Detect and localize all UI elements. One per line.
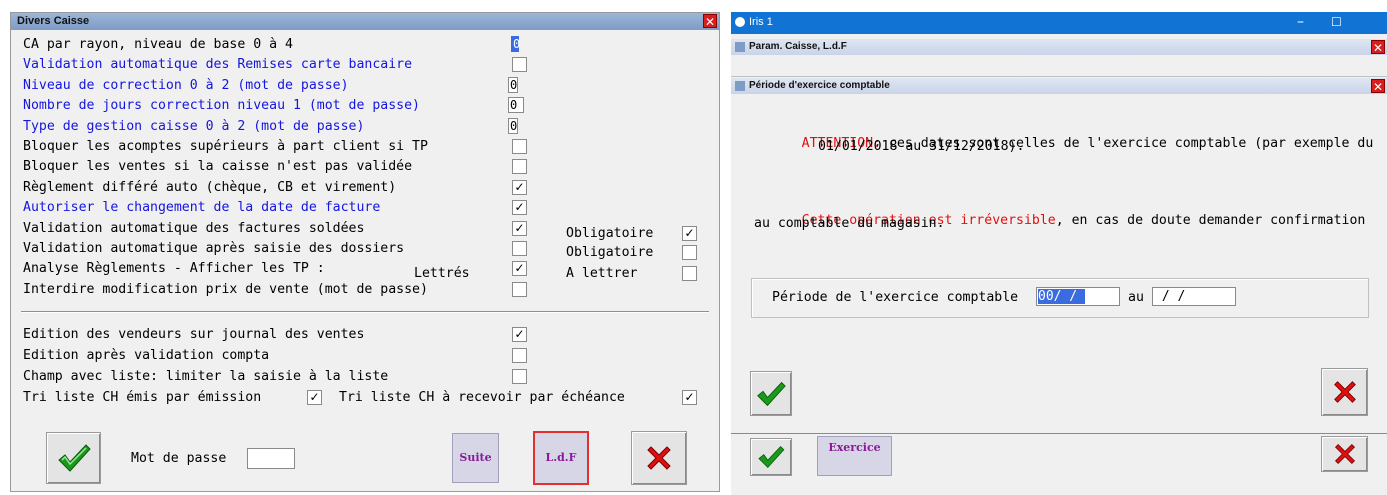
tri-emis-checkbox[interactable]: ✓ xyxy=(307,390,322,405)
irreversible-text-2: au comptable du magasin. xyxy=(754,216,945,231)
a-lettrer-checkbox[interactable] xyxy=(682,266,697,281)
setting-checkbox[interactable] xyxy=(512,241,527,256)
checkmark-icon xyxy=(758,446,785,468)
window-titlebar: Iris 1 – ☐ xyxy=(731,12,1387,34)
edition-setting-label: Edition après validation compta xyxy=(23,348,270,363)
param-caisse-titlebar: Param. Caisse, L.d.F ✕ xyxy=(731,39,1387,55)
setting-checkbox[interactable]: ✓ xyxy=(512,220,527,236)
setting-label: Validation automatique des factures sold… xyxy=(23,220,365,236)
setting-checkbox[interactable]: ✓ xyxy=(512,200,527,216)
cancel-button[interactable] xyxy=(1321,368,1368,416)
app-icon xyxy=(735,17,745,27)
tri-recevoir-checkbox[interactable]: ✓ xyxy=(682,390,697,405)
setting-checkbox[interactable] xyxy=(512,139,527,154)
cancel-x-icon xyxy=(1333,381,1356,403)
edition-setting-checkbox[interactable]: ✓ xyxy=(512,327,527,342)
maximize-icon[interactable]: ☐ xyxy=(1331,15,1342,29)
setting-label: Autoriser le changement de la date de fa… xyxy=(23,200,381,216)
minimize-icon[interactable]: – xyxy=(1297,14,1304,30)
divers-caisse-dialog: Divers Caisse ✕ CA par rayon, niveau de … xyxy=(10,12,720,492)
window-title: Iris 1 xyxy=(749,16,773,28)
mot-de-passe-label: Mot de passe xyxy=(131,451,227,466)
cancel-button[interactable] xyxy=(1321,436,1368,472)
setting-label: Analyse Règlements - Afficher les TP : xyxy=(23,261,325,277)
periode-label: Période de l'exercice comptable xyxy=(772,290,1019,305)
periode-group: Période de l'exercice comptable 00/ / au… xyxy=(751,278,1369,318)
param-caisse-title: Param. Caisse, L.d.F xyxy=(749,41,847,52)
setting-checkbox[interactable]: ✓ xyxy=(512,179,527,195)
setting-label: Validation automatique après saisie des … xyxy=(23,241,405,256)
a-lettrer-label: A lettrer xyxy=(566,266,638,281)
close-icon[interactable]: ✕ xyxy=(1371,79,1385,94)
exercice-button[interactable]: Exercice xyxy=(817,436,892,476)
setting-label: Bloquer les acomptes supérieurs à part c… xyxy=(23,139,428,154)
date-from-input[interactable]: 00/ / xyxy=(1036,287,1120,306)
close-icon[interactable]: ✕ xyxy=(1371,40,1385,55)
validate-button[interactable] xyxy=(750,371,792,416)
obligatoire-checkbox-1[interactable]: ✓ xyxy=(682,226,697,241)
periode-dialog-body: ATTENTION: ces dates sont celles de l'ex… xyxy=(731,95,1387,434)
checkmark-icon xyxy=(57,444,91,472)
obligatoire-label: Obligatoire xyxy=(566,226,654,241)
setting-number-field[interactable]: 0 xyxy=(508,97,524,114)
cancel-x-icon xyxy=(647,446,671,470)
checkmark-icon xyxy=(757,381,786,406)
setting-number-field[interactable]: 0 xyxy=(508,117,518,134)
validate-button[interactable] xyxy=(46,432,101,484)
cancel-button[interactable] xyxy=(631,431,687,485)
edition-setting-label: Champ avec liste: limiter la saisie à la… xyxy=(23,369,389,384)
setting-label: Validation automatique des Remises carte… xyxy=(23,57,413,73)
tri-emis-label: Tri liste CH émis par émission xyxy=(23,390,262,405)
setting-label: Règlement différé auto (chèque, CB et vi… xyxy=(23,179,397,195)
ldf-button[interactable]: L.d.F xyxy=(533,431,589,485)
separator xyxy=(21,311,709,313)
dialog-titlebar: Divers Caisse ✕ xyxy=(11,13,719,30)
edition-setting-label: Edition des vendeurs sur journal des ven… xyxy=(23,327,365,342)
irreversible-text: , en cas de doute demander confirmation xyxy=(1055,213,1366,228)
au-label: au xyxy=(1128,290,1144,305)
dialog-title: Divers Caisse xyxy=(17,15,90,27)
setting-checkbox[interactable]: ✓ xyxy=(512,261,527,277)
setting-checkbox[interactable] xyxy=(512,281,527,297)
param-caisse-body xyxy=(731,56,1387,77)
setting-label: Bloquer les ventes si la caisse n'est pa… xyxy=(23,159,413,175)
setting-label: Niveau de correction 0 à 2 (mot de passe… xyxy=(23,77,349,93)
periode-titlebar: Période d'exercice comptable ✕ xyxy=(731,78,1387,94)
periode-title: Période d'exercice comptable xyxy=(749,80,890,91)
obligatoire-checkbox-2[interactable] xyxy=(682,245,697,260)
cancel-x-icon xyxy=(1334,443,1355,465)
lettres-label: Lettrés xyxy=(414,266,470,281)
attention-text-2: 01/01/2018 au 31/12/2018). xyxy=(818,139,1025,154)
tri-recevoir-label: Tri liste CH à recevoir par échéance xyxy=(339,390,625,405)
setting-checkbox[interactable] xyxy=(512,159,527,175)
setting-number-field[interactable]: 0 xyxy=(508,76,518,93)
setting-checkbox[interactable] xyxy=(512,57,527,73)
setting-label: Nombre de jours correction niveau 1 (mot… xyxy=(23,98,420,114)
setting-label: CA par rayon, niveau de base 0 à 4 xyxy=(23,37,293,52)
edition-setting-checkbox[interactable] xyxy=(512,348,527,363)
iris-window: Iris 1 – ☐ Param. Caisse, L.d.F ✕ Périod… xyxy=(731,12,1387,495)
setting-label: Interdire modification prix de vente (mo… xyxy=(23,281,428,297)
validate-button[interactable] xyxy=(750,438,792,476)
date-from-value: 00/ / xyxy=(1038,289,1085,304)
close-icon[interactable]: ✕ xyxy=(703,14,717,29)
date-to-input[interactable]: / / xyxy=(1152,287,1236,306)
obligatoire-label: Obligatoire xyxy=(566,245,654,260)
mot-de-passe-input[interactable] xyxy=(247,448,295,469)
suite-button[interactable]: Suite xyxy=(452,433,499,483)
setting-label: Type de gestion caisse 0 à 2 (mot de pas… xyxy=(23,118,365,134)
edition-setting-checkbox[interactable] xyxy=(512,369,527,384)
window-icon xyxy=(735,81,745,91)
window-icon xyxy=(735,42,745,52)
param-caisse-footer: Exercice xyxy=(731,434,1387,495)
setting-number-field[interactable]: 0 xyxy=(511,36,520,52)
